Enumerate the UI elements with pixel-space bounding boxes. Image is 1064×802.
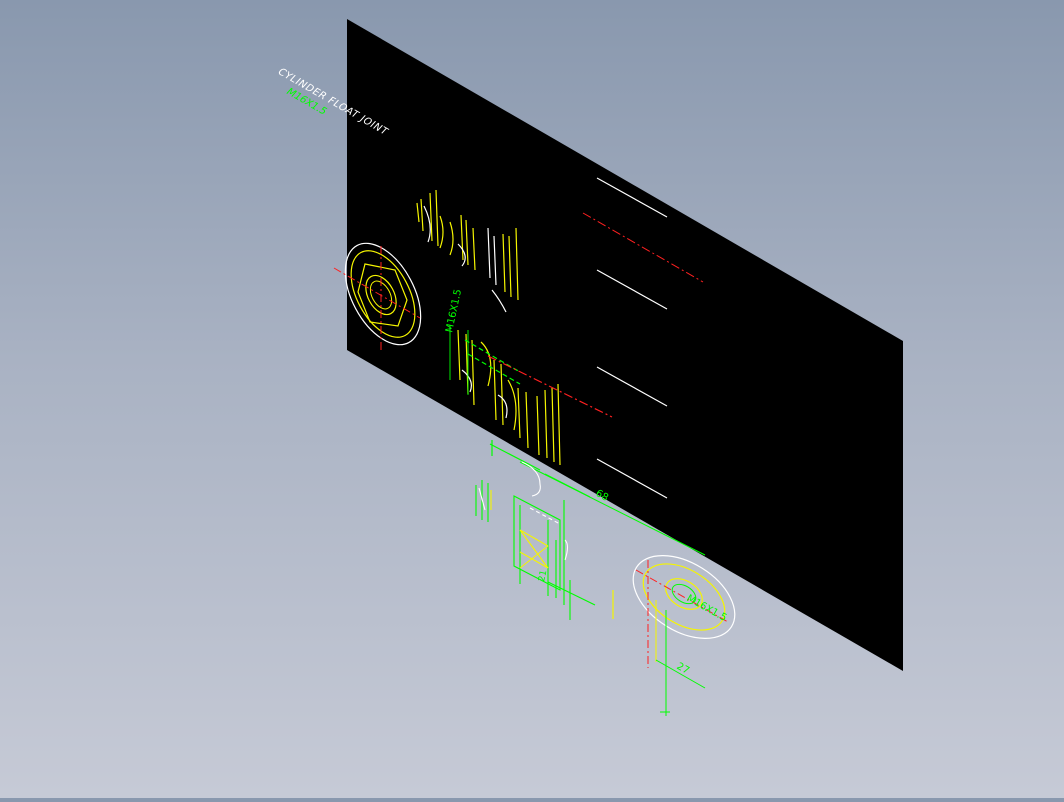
pin-detail xyxy=(475,480,492,522)
drawing-sheet xyxy=(347,19,903,671)
break-line xyxy=(521,461,541,497)
dimension-27-label: 27 xyxy=(675,661,691,677)
dimension-thread-circle: M16X1.5 xyxy=(685,593,729,624)
isometric-drawing: CYLINDER FLOAT JOINT M16X1.5 M16X1.5 68 … xyxy=(275,19,903,716)
bracket-detail xyxy=(513,495,596,620)
cad-viewport[interactable]: CYLINDER FLOAT JOINT M16X1.5 M16X1.5 68 … xyxy=(0,0,1064,798)
